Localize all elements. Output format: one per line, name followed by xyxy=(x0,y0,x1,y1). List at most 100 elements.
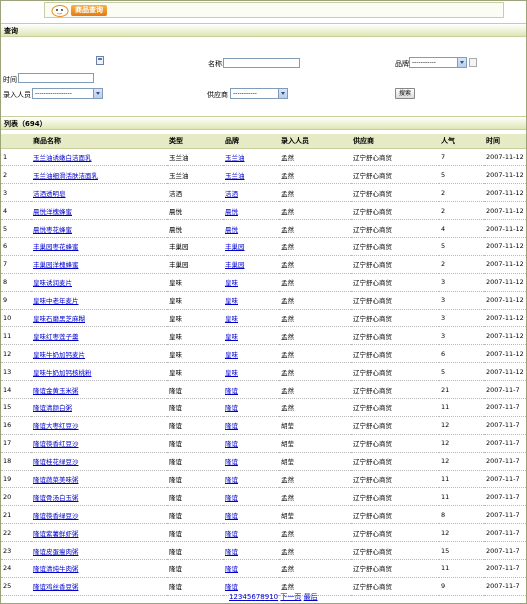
brand-link[interactable]: 皇味 xyxy=(225,279,238,287)
brand-select-value: ----------- xyxy=(412,59,436,66)
product-name-link[interactable]: 晨悦洋槐蜂蜜 xyxy=(33,208,72,216)
brand-link[interactable]: 隆谊 xyxy=(225,583,238,591)
product-name-link-cell: 隆谊蔬菜美味粥 xyxy=(31,470,167,489)
supplier-name-cell: 辽宁舒心商贸 xyxy=(351,165,439,185)
created-date-cell: 2007-11-7 xyxy=(484,541,526,560)
product-name-link[interactable]: 皇味红枣莲子羹 xyxy=(33,333,79,341)
brand-link[interactable]: 洁洒 xyxy=(225,190,238,198)
brand-extra-button[interactable] xyxy=(469,58,477,67)
brand-link[interactable]: 玉兰油 xyxy=(225,154,245,162)
product-name-link[interactable]: 隆谊大枣红豆沙 xyxy=(33,422,79,430)
created-date-cell: 2007-11-12 xyxy=(484,362,526,382)
brand-link[interactable]: 隆谊 xyxy=(225,422,238,430)
row-index-cell: 16 xyxy=(1,416,31,435)
brand-link[interactable]: 隆谊 xyxy=(225,565,238,573)
brand-label: 品牌 xyxy=(395,60,409,68)
brand-link[interactable]: 隆谊 xyxy=(225,476,238,484)
brand-link[interactable]: 皇味 xyxy=(225,351,238,359)
product-name-link[interactable]: 隆谊鸡丝香豆粥 xyxy=(33,583,79,591)
name-label: 名称: xyxy=(208,60,225,68)
supplier-name-cell: 辽宁舒心商贸 xyxy=(351,470,439,489)
created-date-cell: 2007-11-7 xyxy=(484,487,526,507)
supplier-name-cell: 辽宁舒心商贸 xyxy=(351,487,439,507)
product-name-link[interactable]: 隆谊皮蛋瘦肉粥 xyxy=(33,548,79,556)
table-row: 23 隆谊皮蛋瘦肉粥 隆谊 隆谊 孟然 辽宁舒心商贸 15 2007-11-7 xyxy=(1,541,526,560)
brand-link[interactable]: 丰巢园 xyxy=(225,261,245,269)
popularity-count-cell: 6 xyxy=(439,344,484,364)
brand-link[interactable]: 皇味 xyxy=(225,369,238,377)
product-name-link[interactable]: 隆谊清炖牛肉粥 xyxy=(33,565,79,573)
product-name-link[interactable]: 皇味中老年麦片 xyxy=(33,297,79,305)
supplier-name-cell: 辽宁舒心商贸 xyxy=(351,380,439,399)
calendar-icon[interactable] xyxy=(96,56,104,65)
brand-link[interactable]: 丰巢园 xyxy=(225,243,245,251)
brand-link[interactable]: 隆谊 xyxy=(225,494,238,502)
product-name-link[interactable]: 隆谊紫薯鲜虾粥 xyxy=(33,530,79,538)
recorder-name-cell: 孟然 xyxy=(279,326,351,346)
product-name-link[interactable]: 皇味诱润麦片 xyxy=(33,279,72,287)
created-date-cell: 2007-11-12 xyxy=(484,326,526,346)
product-name-link-cell: 玉兰油细滑活肤洁面乳 xyxy=(31,165,167,185)
table-row: 10 皇味石磨黑芝麻糊 皇味 皇味 孟然 辽宁舒心商贸 3 2007-11-12 xyxy=(1,309,526,328)
brand-link[interactable]: 皇味 xyxy=(225,297,238,305)
brand-link[interactable]: 皇味 xyxy=(225,333,238,341)
brand-link[interactable]: 隆谊 xyxy=(225,458,238,466)
product-name-link[interactable]: 皇味牛奶加钙麦片 xyxy=(33,351,85,359)
product-name-link[interactable]: 隆谊桂花绿豆沙 xyxy=(33,458,79,466)
recorder-select-value: ----------------- xyxy=(35,90,72,97)
brand-link-cell: 隆谊 xyxy=(223,541,279,560)
product-name-link[interactable]: 丰巢园枣花蜂蜜 xyxy=(33,243,79,251)
brand-link[interactable]: 玉兰油 xyxy=(225,172,245,180)
product-name-link[interactable]: 皇味石磨黑芝麻糊 xyxy=(33,315,85,323)
brand-link[interactable]: 晨悦 xyxy=(225,208,238,216)
brand-link[interactable]: 晨悦 xyxy=(225,226,238,234)
product-name-link[interactable]: 玉兰油诱嫩白洁面乳 xyxy=(33,154,92,162)
brand-link[interactable]: 隆谊 xyxy=(225,404,238,412)
page-link-10[interactable]: 10 xyxy=(269,593,278,601)
recorder-name-cell: 孟然 xyxy=(279,344,351,364)
row-index-cell: 3 xyxy=(1,183,31,203)
supplier-select[interactable]: ----------- xyxy=(230,88,288,99)
recorder-select[interactable]: ----------------- xyxy=(32,88,103,99)
name-input[interactable] xyxy=(223,58,300,68)
supplier-name-cell: 辽宁舒心商贸 xyxy=(351,219,439,238)
table-row: 14 隆谊金黄玉米粥 隆谊 隆谊 孟然 辽宁舒心商贸 21 2007-11-7 xyxy=(1,380,526,399)
popularity-count-cell: 9 xyxy=(439,577,484,596)
product-name-link[interactable]: 隆谊金黄玉米粥 xyxy=(33,387,79,395)
product-name-link[interactable]: 隆谊筷香绿豆沙 xyxy=(33,512,79,520)
row-index-cell: 2 xyxy=(1,165,31,185)
product-name-link[interactable]: 隆谊蔬菜美味粥 xyxy=(33,476,79,484)
last-page-link[interactable]: 最后 xyxy=(304,593,318,601)
created-date-cell: 2007-11-7 xyxy=(484,559,526,578)
brand-link[interactable]: 隆谊 xyxy=(225,440,238,448)
recorder-name-cell: 胡莹 xyxy=(279,452,351,471)
brand-link[interactable]: 皇味 xyxy=(225,315,238,323)
product-name-link[interactable]: 隆谊骨汤白玉粥 xyxy=(33,494,79,502)
brand-link-cell: 皇味 xyxy=(223,326,279,346)
logo: 商品查询 xyxy=(51,4,147,17)
brand-link[interactable]: 隆谊 xyxy=(225,548,238,556)
product-name-link[interactable]: 玉兰油细滑活肤洁面乳 xyxy=(33,172,98,180)
created-date-cell: 2007-11-7 xyxy=(484,380,526,399)
product-name-link[interactable]: 晨悦枣花蜂蜜 xyxy=(33,226,72,234)
brand-link[interactable]: 隆谊 xyxy=(225,387,238,395)
brand-select[interactable]: ----------- xyxy=(409,57,467,68)
brand-link[interactable]: 隆谊 xyxy=(225,512,238,520)
row-index-cell: 19 xyxy=(1,470,31,489)
brand-link[interactable]: 隆谊 xyxy=(225,530,238,538)
column-header-supplier: 供应商 xyxy=(351,134,439,149)
time-input[interactable] xyxy=(18,73,94,83)
column-header-time: 时间 xyxy=(484,134,526,149)
product-name-link[interactable]: 丰巢园洋槐蜂蜜 xyxy=(33,261,79,269)
search-button[interactable]: 搜索 xyxy=(395,88,415,99)
table-row: 19 隆谊蔬菜美味粥 隆谊 隆谊 孟然 辽宁舒心商贸 11 2007-11-7 xyxy=(1,470,526,489)
popularity-count-cell: 3 xyxy=(439,291,484,310)
recorder-label: 录入人员 xyxy=(3,91,31,99)
next-page-link[interactable]: 下一页 xyxy=(280,593,301,601)
product-name-link[interactable]: 皇味牛奶加钙核桃粉 xyxy=(33,369,92,377)
product-type-cell: 隆谊 xyxy=(167,559,223,578)
product-name-link[interactable]: 隆谊清颜白粥 xyxy=(33,404,72,412)
product-name-link[interactable]: 隆谊筷香红豆沙 xyxy=(33,440,79,448)
product-name-link-cell: 丰巢园枣花蜂蜜 xyxy=(31,237,167,256)
product-name-link[interactable]: 洁洒透明皂 xyxy=(33,190,66,198)
